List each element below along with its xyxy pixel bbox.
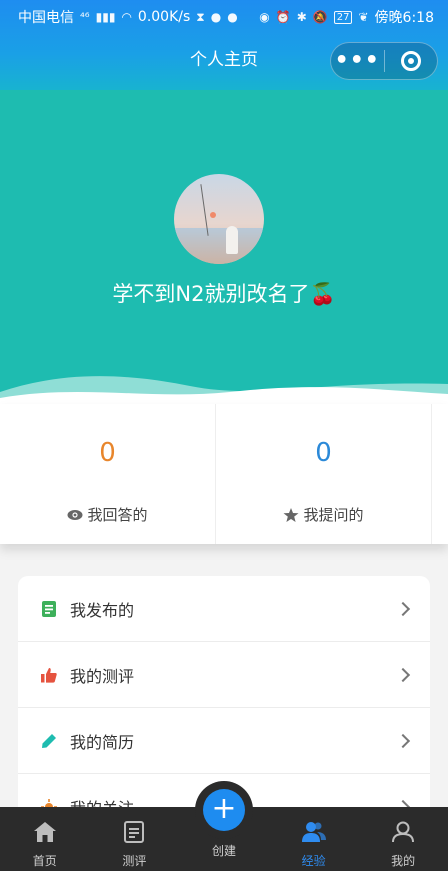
menu-item-label: 我发布的	[70, 600, 135, 620]
chevron-right-icon	[395, 733, 411, 748]
status-right: ◉ ⏰ ✱ 🔕 27 ❦ 傍晚6:18	[259, 7, 434, 27]
avatar-sun	[210, 212, 216, 218]
tab-label: 测评	[122, 854, 147, 868]
avatar-person	[226, 226, 238, 254]
clipboard-icon	[120, 818, 148, 846]
create-button[interactable]: +	[202, 789, 245, 831]
tab-reviews[interactable]: 测评	[90, 807, 180, 871]
users-icon	[300, 818, 328, 846]
page-title: 个人主页	[190, 49, 258, 70]
tab-bar: 首页 测评 + 创建 经验 我的	[0, 781, 448, 871]
chevron-right-icon	[395, 601, 411, 616]
plus-icon: +	[211, 790, 237, 826]
tab-label: 我的	[391, 854, 416, 868]
user-icon	[389, 818, 417, 846]
document-list-icon	[40, 600, 58, 618]
tab-label: 经验	[301, 854, 326, 868]
leaf-icon: ❦	[358, 10, 369, 24]
carrier-label: 中国电信	[18, 10, 74, 26]
chevron-right-icon	[395, 667, 411, 682]
menu-item-label: 我的简历	[70, 732, 135, 752]
star-icon	[283, 507, 299, 522]
miniprogram-capsule: •••	[330, 42, 438, 80]
tab-label: 首页	[32, 854, 57, 868]
network-speed: 0.00K/s	[137, 9, 191, 25]
answered-label: 我回答的	[87, 506, 148, 524]
network-type-label: ⁴⁶	[80, 10, 90, 24]
menu-item-resume[interactable]: 我的简历	[18, 708, 430, 774]
tab-label: 创建	[211, 844, 236, 858]
asked-label: 我提问的	[303, 506, 364, 524]
close-button[interactable]	[385, 51, 438, 71]
menu-item-published[interactable]: 我发布的	[18, 576, 430, 642]
avatar[interactable]	[174, 174, 264, 264]
tab-mine[interactable]: 我的	[358, 807, 448, 871]
mute-icon: 🔕	[312, 10, 328, 24]
stat-answered[interactable]: 0 我回答的	[0, 404, 215, 544]
alarm-icon: ⏰	[275, 10, 291, 24]
answered-count: 0	[99, 438, 116, 468]
eye-icon	[67, 509, 83, 520]
navigation-bar: 个人主页 •••	[0, 34, 448, 90]
more-button[interactable]: •••	[331, 42, 384, 80]
status-left: 中国电信 ⁴⁶ ▮▮▮ ◠ 0.00K/s ⧗ ● ●	[18, 7, 238, 27]
stats-card: 0 我回答的 0 我提问的	[0, 404, 448, 544]
asked-label-row: 我提问的	[283, 504, 364, 525]
hourglass-icon: ⧗	[196, 9, 205, 24]
profile-header: 学不到N2就别改名了🍒	[0, 90, 448, 410]
eye-icon: ◉	[259, 10, 270, 24]
tab-create[interactable]: + 创建	[179, 781, 269, 871]
menu-item-reviews[interactable]: 我的测评	[18, 642, 430, 708]
asked-count: 0	[315, 438, 332, 468]
wifi-icon: ◠	[121, 10, 132, 24]
username: 学不到N2就别改名了🍒	[112, 282, 336, 306]
bluetooth-icon: ✱	[296, 10, 307, 24]
thumbs-up-icon	[40, 666, 58, 684]
tab-home[interactable]: 首页	[0, 807, 90, 871]
signal-icon: ▮▮▮	[95, 10, 116, 24]
pencil-icon	[40, 732, 58, 750]
status-bar: 中国电信 ⁴⁶ ▮▮▮ ◠ 0.00K/s ⧗ ● ● ◉ ⏰ ✱ 🔕 27 ❦…	[0, 0, 448, 34]
chat-icon: ●	[227, 10, 238, 24]
target-icon	[400, 51, 421, 71]
stat-asked[interactable]: 0 我提问的	[215, 404, 432, 544]
battery-icon: 27	[333, 10, 353, 24]
avatar-sea	[174, 228, 264, 264]
answered-label-row: 我回答的	[67, 504, 148, 525]
menu-item-label: 我的测评	[70, 666, 135, 686]
clock-time: 傍晚6:18	[374, 10, 434, 26]
top-bar: 中国电信 ⁴⁶ ▮▮▮ ◠ 0.00K/s ⧗ ● ● ◉ ⏰ ✱ 🔕 27 ❦…	[0, 0, 448, 90]
qq-icon: ●	[210, 10, 222, 24]
tab-experience[interactable]: 经验	[269, 807, 359, 871]
home-icon	[31, 818, 59, 846]
